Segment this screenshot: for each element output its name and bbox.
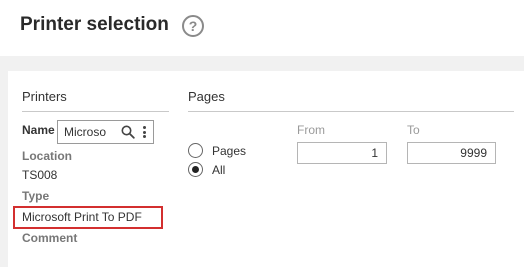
more-options-icon[interactable] <box>141 124 147 140</box>
page-title: Printer selection <box>20 14 169 35</box>
type-label: Type <box>22 189 50 203</box>
printers-section-title: Printers <box>22 89 67 104</box>
pages-radio-label: Pages <box>212 144 247 158</box>
pages-section-divider <box>188 111 514 112</box>
type-highlight-box <box>13 206 163 229</box>
pages-section-title: Pages <box>188 89 225 104</box>
pages-radio[interactable] <box>188 143 203 158</box>
to-page-input[interactable] <box>407 142 496 164</box>
to-label: To <box>407 123 420 137</box>
name-label: Name <box>22 123 55 137</box>
content-panel <box>8 71 524 267</box>
comment-label: Comment <box>22 231 78 245</box>
from-page-input[interactable] <box>297 142 387 164</box>
printer-name-input[interactable] <box>64 125 118 139</box>
location-label: Location <box>22 149 72 163</box>
search-icon[interactable] <box>121 125 135 139</box>
radio-selected-dot <box>192 166 199 173</box>
printer-name-field[interactable] <box>57 120 154 144</box>
all-radio[interactable] <box>188 162 203 177</box>
all-radio-label: All <box>212 163 226 177</box>
printers-section-divider <box>22 111 169 112</box>
location-value: TS008 <box>22 168 58 182</box>
from-label: From <box>297 123 325 137</box>
help-icon[interactable]: ? <box>182 15 204 37</box>
header-bar: Printer selection ? <box>0 0 524 56</box>
